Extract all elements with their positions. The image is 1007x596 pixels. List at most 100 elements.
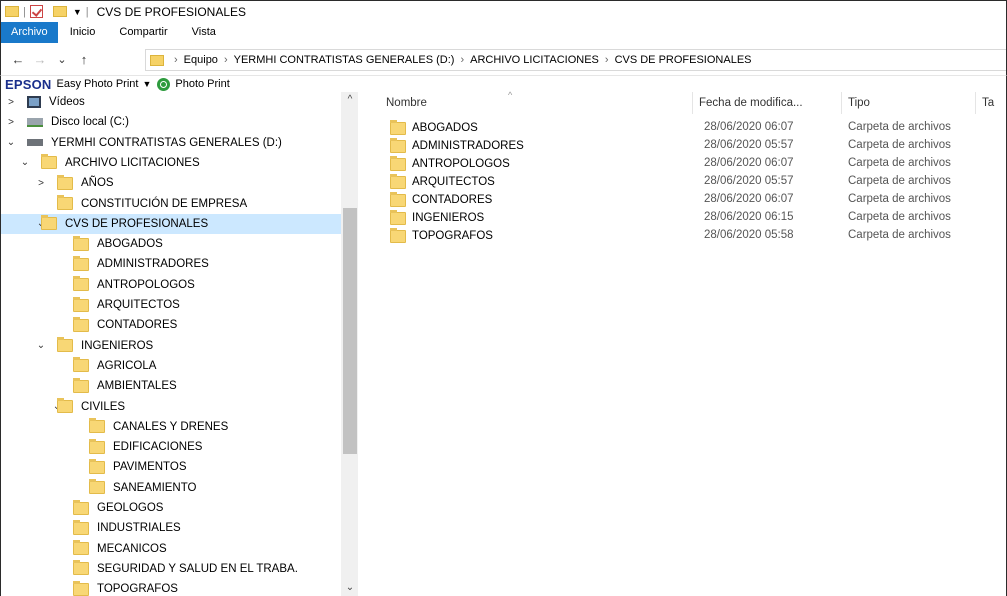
navigation-pane[interactable]: > Vídeos > Disco local (C:) ⌄ YERMHI CONTRATI… [0, 92, 358, 596]
column-header-nombre[interactable]: Nombre [380, 92, 692, 114]
list-item[interactable]: INGENIEROS 28/06/2020 06:15 Carpeta de arc… [382, 209, 1007, 227]
list-item[interactable]: CONTADORES 28/06/2020 06:07 Carpeta de arc… [382, 191, 1007, 209]
nav-item-label: CANALES Y DRENES [113, 420, 229, 433]
chevron-down-icon[interactable]: ⌄ [5, 137, 17, 148]
nav-tree-item[interactable]: ABOGADOS [1, 234, 163, 254]
breadcrumb-separator[interactable]: › [460, 54, 464, 66]
nav-tree-item[interactable]: ⌄ YERMHI CONTRATISTAS GENERALES (D:) [1, 133, 282, 153]
nav-tree-item[interactable]: TOPOGRAFOS [1, 579, 178, 596]
nav-tree-item[interactable]: > Disco local (C:) [1, 112, 129, 132]
nav-item-label: Disco local (C:) [51, 116, 129, 129]
nav-item-label: ARCHIVO LICITACIONES [65, 156, 200, 169]
folder-icon [73, 499, 89, 515]
nav-item-label: CVS DE PROFESIONALES [65, 217, 209, 230]
nav-tree-item[interactable]: > Vídeos [1, 92, 85, 112]
list-item[interactable]: ABOGADOS 28/06/2020 06:07 Carpeta de archi… [382, 119, 1007, 137]
scroll-thumb[interactable] [343, 208, 357, 454]
forward-arrow-icon[interactable]: → [29, 52, 51, 67]
chevron-right-icon[interactable]: > [5, 117, 17, 128]
column-header-tamano[interactable]: Ta [976, 92, 1006, 114]
easy-photo-print-button[interactable]: Easy Photo Print [57, 78, 139, 90]
file-type: Carpeta de archivos [848, 193, 951, 205]
nav-tree-item[interactable]: AMBIENTALES [1, 376, 177, 396]
nav-tree-item[interactable]: EDIFICACIONES [1, 437, 202, 457]
breadcrumb-separator[interactable]: › [224, 54, 228, 66]
nav-tree-item[interactable]: CONTADORES [1, 315, 177, 335]
nav-item-label: Vídeos [49, 96, 85, 108]
scroll-down-icon[interactable]: ⌄ [341, 580, 358, 596]
nav-tree-item[interactable]: CANALES Y DRENES [1, 417, 228, 437]
nav-tree-item[interactable]: > AÑOS [1, 173, 114, 193]
list-item[interactable]: ARQUITECTOS 28/06/2020 05:57 Carpeta de ar… [382, 173, 1007, 191]
photo-print-icon[interactable] [157, 77, 171, 91]
window-title: CVS DE PROFESIONALES [96, 4, 247, 19]
chevron-right-icon[interactable]: > [5, 97, 17, 108]
nav-tree-item[interactable]: MECANICOS [1, 539, 167, 559]
folder-icon [390, 227, 406, 243]
nav-item-label: AÑOS [81, 177, 114, 190]
file-type: Carpeta de archivos [848, 157, 951, 169]
breadcrumb-archivo-licitaciones[interactable]: ARCHIVO LICITACIONES [470, 54, 599, 66]
nav-tree-item[interactable]: ⌄CVS DE PROFESIONALES [1, 213, 341, 234]
breadcrumb-separator[interactable]: › [605, 54, 609, 66]
nav-item-label: ARQUITECTOS [97, 299, 180, 311]
nav-tree-item[interactable]: GEOLOGOS [1, 498, 163, 518]
nav-tree-item[interactable]: INDUSTRIALES [1, 518, 181, 538]
chevron-down-icon[interactable]: ▼ [142, 79, 151, 89]
tab-compartir[interactable]: Compartir [107, 22, 179, 43]
nav-item-label: MECANICOS [97, 542, 167, 555]
column-header-fecha[interactable]: Fecha de modifica... [692, 92, 842, 114]
nav-tree-item[interactable]: ⌄CIVILES [1, 397, 125, 417]
customize-quick-access-icon[interactable]: ▼ [73, 7, 82, 17]
tab-vista[interactable]: Vista [180, 22, 228, 43]
back-arrow-icon[interactable]: ← [7, 52, 29, 67]
folder-icon [73, 540, 89, 556]
nav-scrollbar[interactable]: ^ ⌄ [341, 92, 358, 596]
chevron-down-icon[interactable]: ⌄ [35, 340, 47, 351]
up-arrow-icon[interactable]: ↑ [73, 52, 95, 67]
column-header-tipo[interactable]: Tipo [842, 92, 976, 114]
folder-icon [73, 357, 89, 373]
breadcrumb[interactable]: › Equipo › YERMHI CONTRATISTAS GENERALES… [145, 49, 1006, 71]
file-type: Carpeta de archivos [848, 211, 951, 223]
list-item[interactable]: ANTROPOLOGOS 28/06/2020 06:07 Carpeta de a… [382, 155, 1007, 173]
nav-tree-item[interactable]: SEGURIDAD Y SALUD EN EL TRABA. [1, 559, 298, 579]
folder-icon [390, 119, 406, 135]
chevron-right-icon[interactable]: > [35, 178, 47, 189]
folder-icon [73, 580, 89, 596]
nav-tree-item[interactable]: CONSTITUCIÓN DE EMPRESA [1, 194, 247, 214]
folder-icon [73, 235, 89, 251]
tab-inicio[interactable]: Inicio [58, 22, 108, 43]
file-name: INGENIEROS [412, 212, 485, 224]
drive-icon [27, 139, 43, 147]
photo-print-button[interactable]: Photo Print [175, 78, 229, 90]
file-date: 28/06/2020 06:15 [704, 211, 794, 223]
nav-tree-item[interactable]: ANTROPOLOGOS [1, 275, 195, 295]
breadcrumb-drive-d[interactable]: YERMHI CONTRATISTAS GENERALES (D:) [234, 54, 455, 66]
file-list[interactable]: ^ Nombre Fecha de modifica... Tipo Ta AB… [358, 90, 1007, 596]
nav-tree-item[interactable]: AGRICOLA [1, 356, 156, 376]
file-name: CONTADORES [412, 194, 493, 206]
nav-tree-item[interactable]: ⌄ ARCHIVO LICITACIONES [1, 153, 200, 173]
folder-icon [41, 215, 57, 231]
list-item[interactable]: ADMINISTRADORES 28/06/2020 05:57 Carpeta d… [382, 137, 1007, 155]
list-item[interactable]: TOPOGRAFOS 28/06/2020 05:58 Carpeta de arc… [382, 227, 1007, 245]
recent-locations-chevron-icon[interactable]: ⌄ [51, 53, 73, 66]
epson-logo: EPSON [5, 76, 52, 92]
nav-item-label: GEOLOGOS [97, 502, 164, 514]
scroll-up-icon[interactable]: ^ [341, 92, 358, 108]
folder-icon [41, 154, 57, 170]
nav-tree-item[interactable]: SANEAMIENTO [1, 478, 197, 498]
breadcrumb-equipo[interactable]: Equipo [184, 54, 218, 66]
chevron-down-icon[interactable]: ⌄ [19, 157, 31, 168]
folder-icon [73, 560, 89, 576]
new-folder-icon[interactable] [52, 6, 67, 17]
properties-check-icon[interactable] [29, 5, 43, 18]
breadcrumb-cvs-de-profesionales[interactable]: CVS DE PROFESIONALES [615, 54, 752, 66]
nav-tree-item[interactable]: PAVIMENTOS [1, 457, 187, 477]
tab-archivo[interactable]: Archivo [1, 22, 58, 43]
nav-tree-item[interactable]: ADMINISTRADORES [1, 254, 209, 274]
nav-tree-item[interactable]: ⌄ INGENIEROS [1, 336, 153, 356]
breadcrumb-separator[interactable]: › [174, 54, 178, 66]
nav-tree-item[interactable]: ARQUITECTOS [1, 295, 180, 315]
